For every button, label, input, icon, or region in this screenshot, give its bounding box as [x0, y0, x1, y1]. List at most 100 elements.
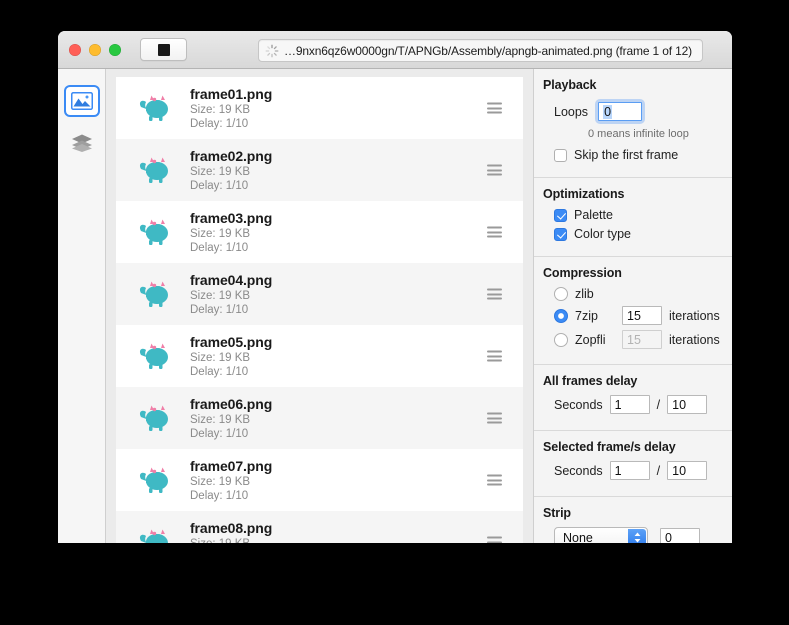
section-all-frames-delay: All frames delay Seconds 1 / 10: [534, 365, 732, 431]
section-playback: Playback Loops 0 0 means infinite loop S…: [534, 69, 732, 178]
frames-list[interactable]: frame01.png Size: 19 KB Delay: 1/10 frame02…: [106, 69, 533, 543]
frame-name: frame03.png: [190, 209, 273, 226]
frame-name: frame05.png: [190, 333, 273, 350]
frame-row[interactable]: frame05.png Size: 19 KB Delay: 1/10: [116, 325, 523, 387]
frame-size: Size: 19 KB: [190, 537, 272, 544]
strip-title: Strip: [543, 506, 571, 520]
frame-drag-handle[interactable]: [487, 474, 502, 486]
sevenzip-row[interactable]: 7zip 15 iterations: [554, 306, 732, 325]
zopfli-iterations-input: 15: [622, 330, 662, 349]
frame-thumbnail: [139, 281, 168, 307]
frame-drag-handle[interactable]: [487, 164, 502, 176]
all-frames-numerator-input[interactable]: 1: [609, 395, 650, 414]
color-type-checkbox[interactable]: [554, 227, 567, 241]
sidebar-item-images[interactable]: [65, 87, 98, 115]
screen: …9nxn6qz6w0000gn/T/APNGb/Assembly/apngb-…: [0, 0, 789, 625]
all-frames-denominator-input[interactable]: 10: [667, 395, 708, 414]
zopfli-iterations-label: iterations: [669, 332, 720, 347]
selected-frames-slash: /: [656, 463, 661, 478]
close-button[interactable]: [69, 43, 81, 56]
frame-size: Size: 19 KB: [190, 475, 251, 488]
color-type-row[interactable]: Color type: [554, 227, 732, 241]
frame-drag-handle[interactable]: [487, 226, 502, 238]
window-titlebar: …9nxn6qz6w0000gn/T/APNGb/Assembly/apngb-…: [58, 31, 732, 69]
frame-drag-handle[interactable]: [487, 412, 502, 424]
playback-title: Playback: [543, 78, 597, 92]
stop-square-icon: [157, 43, 170, 56]
zoom-button[interactable]: [109, 43, 121, 56]
chevron-up-down-icon: [628, 529, 646, 543]
loops-focus-ring: 0: [595, 99, 646, 124]
apngb-window: …9nxn6qz6w0000gn/T/APNGb/Assembly/apngb-…: [58, 31, 732, 543]
section-optimizations: Optimizations Palette Color type: [534, 178, 732, 257]
skip-first-frame-label: Skip the first frame: [574, 148, 679, 162]
zlib-radio[interactable]: [554, 287, 568, 301]
sevenzip-iterations-input[interactable]: 15: [622, 306, 662, 325]
minimize-button[interactable]: [89, 43, 101, 56]
all-frames-delay-row: Seconds 1 / 10: [554, 395, 732, 414]
strip-select[interactable]: None: [554, 527, 648, 543]
frame-row[interactable]: frame04.png Size: 19 KB Delay: 1/10: [116, 263, 523, 325]
frame-thumbnail: [139, 343, 168, 369]
frame-name: frame04.png: [190, 271, 273, 288]
frame-row[interactable]: frame07.png Size: 19 KB Delay: 1/10: [116, 449, 523, 511]
frame-meta: frame03.png Size: 19 KB Delay: 1/10: [190, 210, 272, 255]
all-frames-slash: /: [656, 397, 661, 412]
frame-thumbnail: [139, 529, 168, 543]
all-frames-seconds-label: Seconds: [554, 397, 603, 412]
frame-name: frame08.png: [190, 519, 273, 536]
palette-label: Palette: [574, 208, 613, 222]
zopfli-row[interactable]: Zopfli 15 iterations: [554, 330, 732, 349]
selected-frames-numerator-input[interactable]: 1: [609, 461, 650, 480]
frame-delay: Delay: 1/10: [190, 117, 249, 130]
sidebar-item-layers[interactable]: [66, 129, 98, 157]
selected-frames-seconds-label: Seconds: [554, 463, 603, 478]
frame-delay: Delay: 1/10: [190, 303, 249, 316]
progress-spinner-icon: [265, 44, 279, 57]
loops-row: Loops 0: [554, 99, 732, 124]
section-selected-frames-delay: Selected frame/s delay Seconds 1 / 10: [534, 431, 732, 497]
loops-label: Loops: [554, 104, 589, 119]
settings-panel: Playback Loops 0 0 means infinite loop S…: [533, 69, 732, 543]
all-frames-delay-title: All frames delay: [543, 374, 638, 388]
zopfli-radio[interactable]: [554, 332, 568, 347]
frame-drag-handle[interactable]: [487, 536, 502, 543]
strip-selected-option: None: [563, 530, 593, 544]
frame-meta: frame08.pngSize: 19 KBDelay: 1/10: [190, 520, 272, 544]
loops-input[interactable]: 0: [598, 102, 643, 121]
frame-thumbnail: [139, 219, 168, 245]
frame-drag-handle[interactable]: [487, 350, 502, 362]
frame-name: frame07.png: [190, 457, 273, 474]
palette-checkbox[interactable]: [554, 208, 567, 222]
mode-sidebar: [58, 69, 106, 543]
frame-size: Size: 19 KB: [190, 103, 251, 116]
skip-first-frame-checkbox[interactable]: [554, 148, 567, 162]
selected-frames-denominator-input[interactable]: 10: [667, 461, 708, 480]
frame-meta: frame07.png Size: 19 KB Delay: 1/10: [190, 458, 272, 503]
frame-drag-handle[interactable]: [487, 102, 502, 114]
palette-row[interactable]: Palette: [554, 208, 732, 222]
frame-row[interactable]: frame03.png Size: 19 KB Delay: 1/10: [116, 201, 523, 263]
frame-drag-handle[interactable]: [487, 288, 502, 300]
frame-row[interactable]: frame06.png Size: 19 KB Delay: 1/10: [116, 387, 523, 449]
selected-frames-delay-row: Seconds 1 / 10: [554, 461, 732, 480]
image-icon: [70, 92, 93, 110]
frame-delay: Delay: 1/10: [190, 241, 249, 254]
zlib-row[interactable]: zlib: [554, 287, 732, 301]
skip-first-frame-row[interactable]: Skip the first frame: [554, 148, 732, 162]
window-body: frame01.png Size: 19 KB Delay: 1/10 frame02…: [58, 69, 732, 543]
optimizations-title: Optimizations: [543, 187, 625, 201]
traffic-light-group: [69, 43, 121, 56]
sevenzip-radio[interactable]: [554, 308, 568, 323]
frame-delay: Delay: 1/10: [190, 489, 249, 502]
frame-row[interactable]: frame02.png Size: 19 KB Delay: 1/10: [116, 139, 523, 201]
stop-button[interactable]: [140, 38, 187, 61]
frames-container: frame01.png Size: 19 KB Delay: 1/10 frame02…: [116, 77, 523, 543]
frame-row[interactable]: frame01.png Size: 19 KB Delay: 1/10: [116, 77, 523, 139]
strip-value-input[interactable]: 0: [660, 528, 700, 543]
frame-row[interactable]: frame08.pngSize: 19 KBDelay: 1/10: [116, 511, 523, 543]
document-path-field[interactable]: …9nxn6qz6w0000gn/T/APNGb/Assembly/apngb-…: [258, 39, 704, 62]
color-type-label: Color type: [574, 227, 631, 241]
sevenzip-iterations-label: iterations: [669, 308, 720, 323]
zlib-label: zlib: [575, 287, 594, 301]
